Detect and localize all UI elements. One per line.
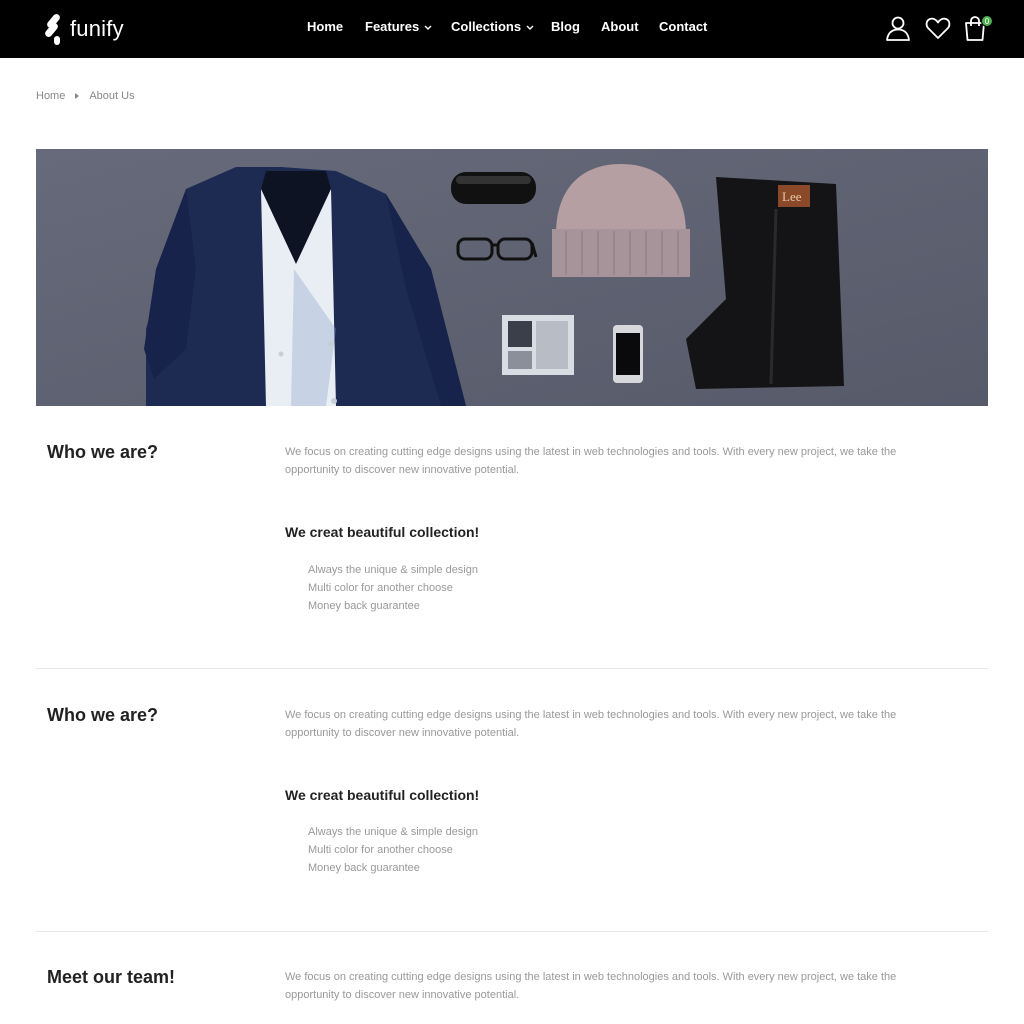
nav-about[interactable]: About xyxy=(601,19,639,34)
nav-contact[interactable]: Contact xyxy=(659,19,707,34)
wishlist-button[interactable] xyxy=(924,14,952,42)
nav-collections[interactable]: Collections xyxy=(451,19,535,34)
phone-illustration xyxy=(613,325,643,383)
nav-about-label: About xyxy=(601,19,639,34)
section-subtitle: We creat beautiful collection! xyxy=(285,787,480,803)
feature-list: Always the unique & simple design Multi … xyxy=(308,561,478,615)
cart-count-badge: 0 xyxy=(981,15,993,27)
nav-blog[interactable]: Blog xyxy=(551,19,580,34)
breadcrumb-separator-icon xyxy=(75,93,80,99)
breadcrumb-home-link[interactable]: Home xyxy=(36,90,65,102)
list-item: Multi color for another choose xyxy=(308,582,453,594)
jeans-label-text: Lee xyxy=(782,189,802,204)
nav-features-label: Features xyxy=(365,19,420,34)
feature-list: Always the unique & simple design Multi … xyxy=(308,823,478,877)
heart-icon xyxy=(925,17,951,39)
section-title: Who we are? xyxy=(47,442,159,462)
card-illustration xyxy=(502,315,574,375)
list-item: Always the unique & simple design xyxy=(308,564,478,576)
nav-blog-label: Blog xyxy=(551,19,580,34)
top-navigation-bar: funify Home Features Collections Blog Ab… xyxy=(0,0,1024,58)
nav-collections-label: Collections xyxy=(451,19,522,34)
user-icon xyxy=(886,16,910,41)
nav-features[interactable]: Features xyxy=(365,19,433,34)
section-title: Who we are? xyxy=(47,705,159,725)
logo-text: funify xyxy=(70,16,124,41)
section-title: Meet our team! xyxy=(47,967,176,987)
team-section: Meet our team! We focus on creating cutt… xyxy=(36,963,988,1024)
logo-mark-icon xyxy=(45,14,60,45)
nav-home[interactable]: Home xyxy=(307,19,343,34)
section-divider xyxy=(36,668,988,669)
hero-banner-image: Lee xyxy=(36,149,988,406)
section-text: We focus on creating cutting edge design… xyxy=(285,709,897,739)
list-item: Money back guarantee xyxy=(308,600,420,612)
nav-contact-label: Contact xyxy=(659,19,708,34)
about-section-2: Who we are? We focus on creating cutting… xyxy=(36,701,988,901)
nav-home-label: Home xyxy=(307,19,344,34)
list-item: Multi color for another choose xyxy=(308,844,453,856)
section-text: We focus on creating cutting edge design… xyxy=(285,971,897,1001)
site-logo[interactable]: funify xyxy=(42,10,124,48)
section-subtitle: We creat beautiful collection! xyxy=(285,524,480,540)
breadcrumb-current: About Us xyxy=(89,90,135,102)
section-divider xyxy=(36,931,988,932)
cart-button[interactable]: 0 xyxy=(961,14,993,42)
breadcrumb: Home About Us xyxy=(36,90,135,102)
account-button[interactable] xyxy=(884,14,912,42)
hero-flatlay-illustration: Lee xyxy=(36,149,988,406)
list-item: Money back guarantee xyxy=(308,862,420,874)
chevron-down-icon xyxy=(526,25,534,30)
chevron-down-icon xyxy=(424,25,432,30)
list-item: Always the unique & simple design xyxy=(308,826,478,838)
section-text: We focus on creating cutting edge design… xyxy=(285,446,897,476)
about-section-1: Who we are? We focus on creating cutting… xyxy=(36,438,988,638)
main-nav: Home Features Collections Blog About Con… xyxy=(0,0,1024,58)
